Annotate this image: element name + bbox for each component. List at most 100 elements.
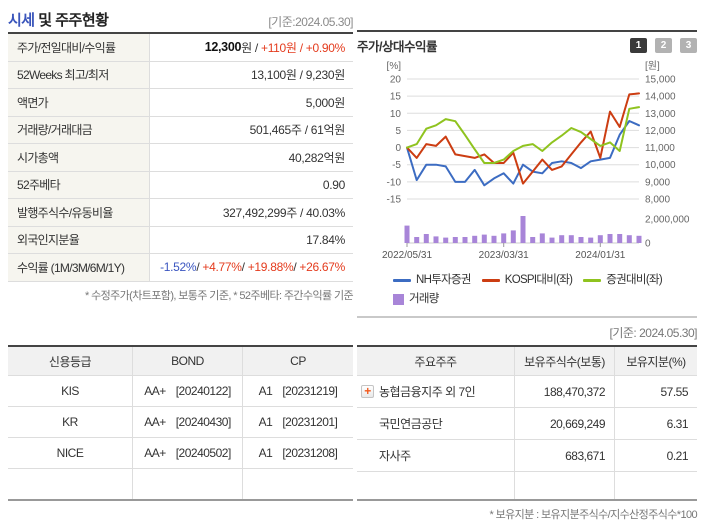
table-row: 자사주 683,671 0.21 [357,440,697,472]
bond-cell [133,469,243,499]
table-row: + 농협금융지주 외 7인 188,470,372 57.55 [357,376,697,408]
holder-name-cell: 국민연금공단 [357,408,515,439]
table-header-row: 주요주주 보유주식수(보통) 보유지분(%) [357,347,697,376]
svg-text:[원]: [원] [645,60,660,72]
title-row: 시세 및 주주현황 [기준:2024.05.30] [8,8,353,30]
svg-text:5: 5 [395,126,401,137]
table-row: 시가총액 40,282억원 [8,144,353,172]
legend-item-line: KOSPI대비(좌) [481,271,573,290]
header-cell: CP [243,347,353,375]
price-volume-chart: 20 15,000 15 14,000 10 13,000 5 12,000 0 11,000 -5… [382,60,690,261]
expand-plus-icon[interactable]: + [361,385,374,398]
holder-name: 자사주 [379,449,411,463]
cp-date: [20231219] [282,384,338,398]
quote-table: 주가/전일대비/수익률 12,300 원 / +110원 / +0.90% 52Wee… [8,32,353,282]
svg-text:15: 15 [390,92,402,103]
row-label: 52주베타 [8,171,150,198]
table-row: 외국인지분율 17.84% [8,226,353,254]
shares-cell: 20,669,249 [515,408,615,439]
legend-item-line: 증권대비(좌) [583,271,663,290]
row-label: 시가총액 [8,144,150,171]
chart-header: 주가/상대수익률 123 [357,32,697,59]
bond-cell: AA+ [20240122] [133,376,243,406]
shares-cell: 188,470,372 [515,376,615,407]
legend-label: 증권대비(좌) [606,274,662,286]
svg-text:2,000,000: 2,000,000 [645,215,690,226]
table-row: 주가/전일대비/수익률 12,300 원 / +110원 / +0.90% [8,34,353,62]
svg-text:-10: -10 [387,177,402,188]
header-cell: BOND [133,347,243,375]
bond-grade: AA+ [144,384,166,398]
header-cell: 신용등급 [8,347,133,375]
chart-reference-date: [기준: 2024.05.30] [609,326,698,340]
legend-swatch-dash [583,279,602,282]
svg-text:2023/03/31: 2023/03/31 [479,250,529,261]
value-part: 13,100원 / 9,230원 [250,68,345,83]
legend-swatch-dash [481,279,500,282]
legend-row-volume: 거래량 [393,290,697,309]
cp-cell: A1 [20231219] [243,376,353,406]
page-title: 시세 및 주주현황 [8,9,109,30]
bond-date: [20240502] [175,446,232,460]
table-row: KR AA+ [20240430] A1 [20231201] [8,407,353,438]
svg-text:8,000: 8,000 [645,195,670,206]
ratio-cell: 57.55 [660,384,688,399]
holder-name-cell: + 농협금융지주 외 7인 [357,376,515,407]
divider [357,316,697,318]
svg-text:9,000: 9,000 [645,177,670,188]
table-row: 발행주식수/유동비율 327,492,299주 / 40.03% [8,199,353,227]
row-label: 거래량/거래대금 [8,116,150,143]
svg-text:2024/01/31: 2024/01/31 [575,250,625,261]
svg-text:14,000: 14,000 [645,92,676,103]
chart-tab-1[interactable]: 1 [630,38,647,53]
stock-overview-page: 시세 및 주주현황 [기준:2024.05.30] 주가/전일대비/수익률 12,… [0,0,702,525]
table-row [357,472,697,499]
shares-cell [515,472,615,499]
value-part: 40,282억원 [288,150,346,165]
credit-rating-table: 신용등급 BOND CP KIS AA+ [20240122] A1 [20231219] KR… [8,345,353,501]
page-title-accent: 시세 [8,12,35,29]
chart-tab-2[interactable]: 2 [655,38,672,53]
quote-footnote: * 수정주가(차트포함), 보통주 기준, * 52주베타: 주간수익률 기준 [84,289,354,302]
value-part: 원 / [241,40,261,55]
chart-tab-3[interactable]: 3 [680,38,697,53]
cp-grade: A1 [258,415,273,429]
chart-tabs: 123 [630,38,697,53]
shares-cell: 683,671 [515,440,615,471]
table-row: 52Weeks 최고/최저 13,100원 / 9,230원 [8,61,353,89]
holder-name: 국민연금공단 [379,417,443,431]
agency-cell [8,469,133,499]
chart-panel: 주가/상대수익률 123 20 15,000 15 14,000 10 13,000 5 12… [357,30,698,341]
value-part: -1.52% [160,260,197,275]
table-row: 액면가 5,000원 [8,89,353,117]
bond-cell: AA+ [20240430] [133,407,243,437]
svg-text:2022/05/31: 2022/05/31 [382,250,432,261]
chart-area: 20 15,000 15 14,000 10 13,000 5 12,000 0 11,000 -5… [357,59,697,270]
row-value: -1.52% / +4.77% / +19.88% / +26.67% [150,254,353,281]
value-part: +4.77% [202,260,242,275]
cp-grade: A1 [258,446,273,460]
row-value: 12,300 원 / +110원 / +0.90% [150,34,353,61]
legend-swatch-dash [393,279,411,282]
svg-text:[%]: [%] [387,61,402,72]
reference-date: [기준:2024.05.30] [268,15,353,29]
cp-grade: A1 [258,384,273,398]
row-value: 17.84% [150,227,353,254]
row-value: 501,465주 / 61억원 [150,117,353,144]
cp-cell: A1 [20231208] [243,438,353,468]
major-holders-table: 주요주주 보유주식수(보통) 보유지분(%) + 농협금융지주 외 7인 188,470,… [357,345,697,501]
svg-text:11,000: 11,000 [645,143,675,154]
table-row [8,469,353,499]
legend-label: NH투자증권 [416,274,471,286]
svg-text:0: 0 [645,239,651,250]
chart-legend: NH투자증권 KOSPI대비(좌) 증권대비(좌) 거래량 [357,271,697,309]
legend-row-lines: NH투자증권 KOSPI대비(좌) 증권대비(좌) [393,271,697,290]
svg-text:15,000: 15,000 [645,75,676,86]
agency-cell: KIS [8,376,133,406]
agency-cell: KR [8,407,133,437]
agency-cell: NICE [8,438,133,468]
table-row: 거래량/거래대금 501,465주 / 61억원 [8,116,353,144]
row-value: 0.90 [150,172,353,199]
svg-text:-5: -5 [392,160,401,171]
